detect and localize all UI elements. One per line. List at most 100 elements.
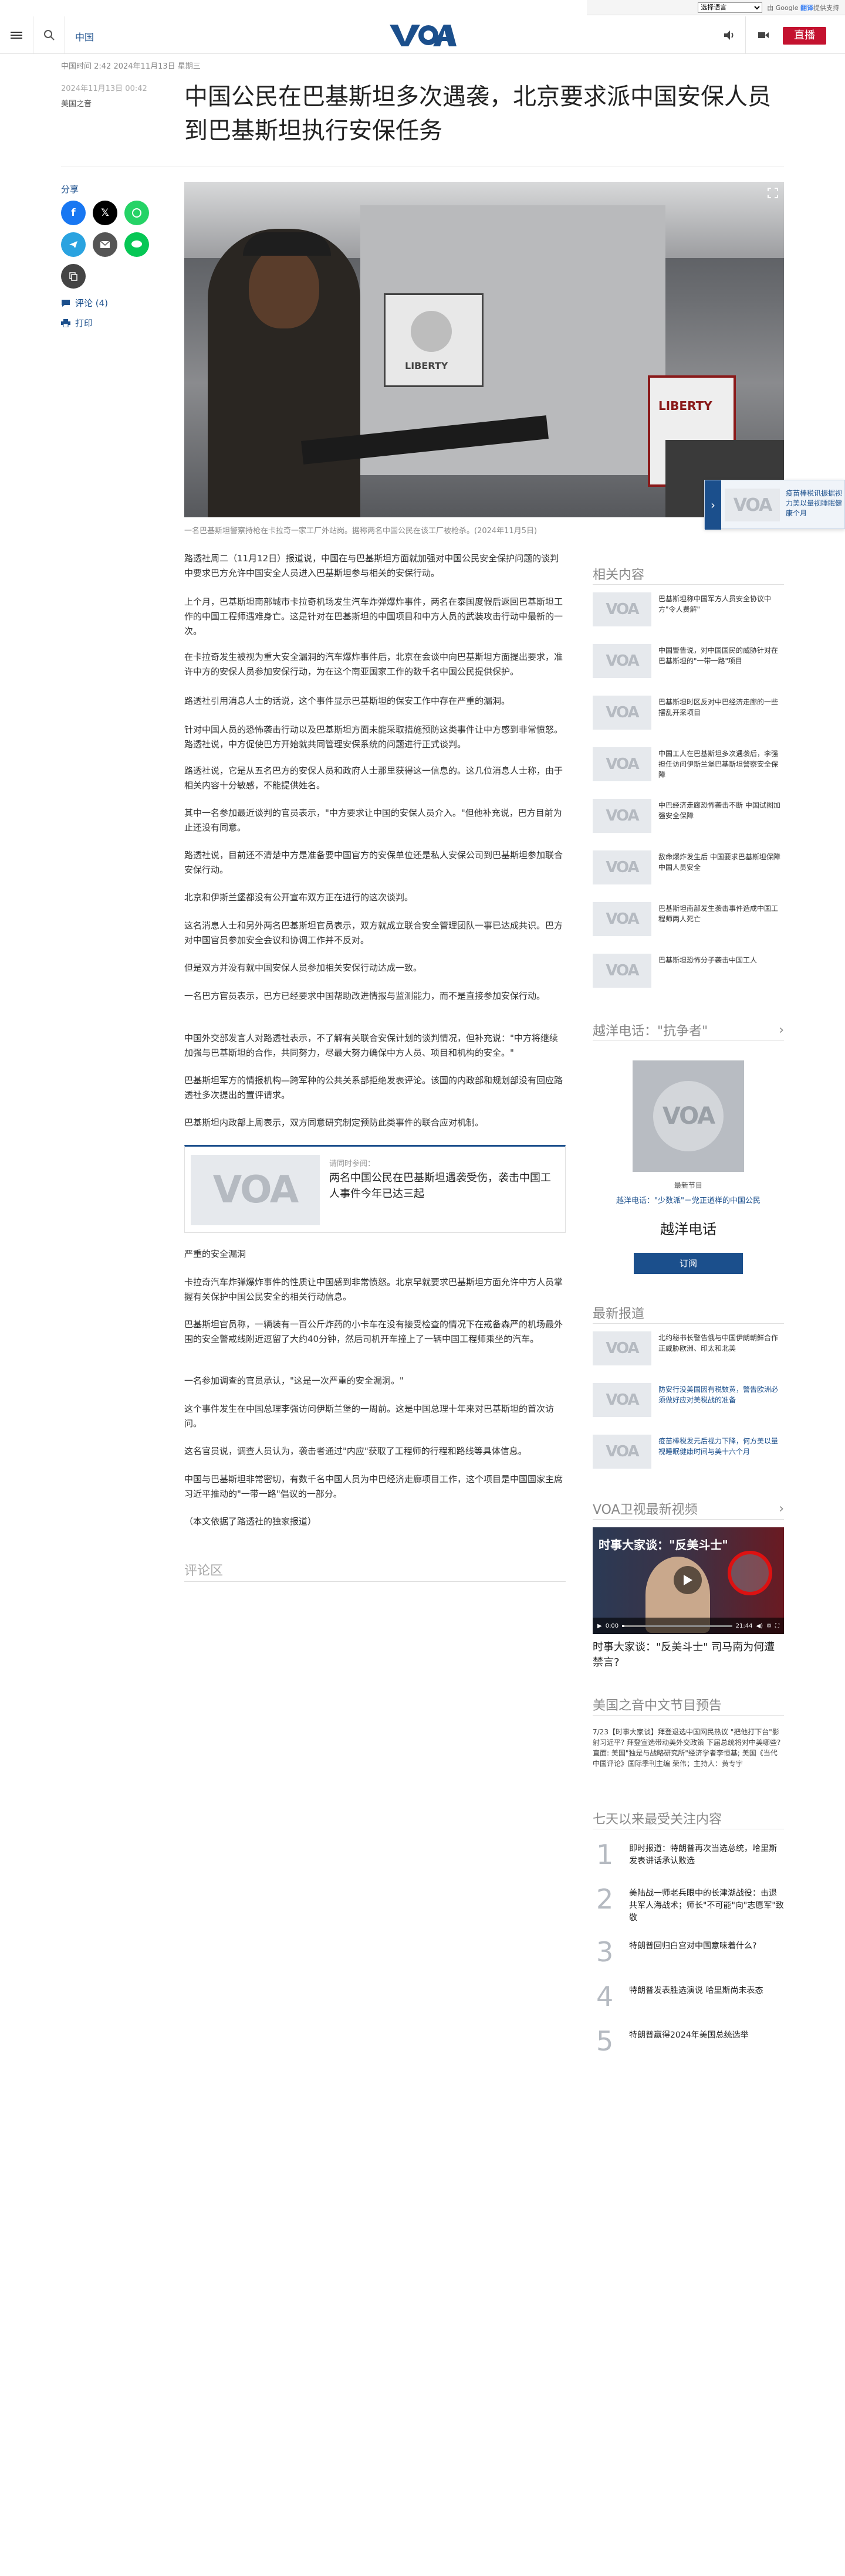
popular-heading: 七天以来最受关注内容 <box>593 1812 722 1827</box>
list-item[interactable]: VOA 中国工人在巴基斯坦多次遇袭后，李强担任访问伊斯兰堡巴基斯坦警察安全保障 <box>593 747 784 787</box>
paragraph: 其中一名参加最近谈判的官员表示，"中方要求让中国的安保人员介入。"但他补充说，巴… <box>184 808 562 833</box>
copy-link-icon[interactable] <box>61 264 86 289</box>
paragraph: 这名官员说，调查人员认为，袭击者通过"内应"获取了工程师的行程和路线等具体信息。 <box>184 1446 527 1456</box>
language-select[interactable]: 选择语言 <box>698 2 763 13</box>
voa-logo[interactable] <box>388 23 457 48</box>
comment-icon <box>62 299 70 307</box>
line-share-icon[interactable] <box>124 232 149 257</box>
hotline-episode[interactable]: 越洋电话："少数派"－党正道样的中国公民 <box>593 1194 784 1205</box>
popular-item[interactable]: 4 特朗普发表胜选演说 哈里斯尚未表态 <box>593 1980 784 2015</box>
comments-link[interactable]: 评论 (4) <box>61 297 108 309</box>
image-caption: 一名巴基斯坦警察持枪在卡拉奇一家工厂外站岗。据称两名中国公民在该工厂被枪杀。(2… <box>184 527 538 535</box>
popular-item[interactable]: 2 美陆战一师老兵眼中的长津湖战役：击退共军人海战术；师长"不可能"向"志愿军"致… <box>593 1883 784 1923</box>
voa-thumbnail: VOA <box>593 592 651 626</box>
paragraph: 一名参加调查的官员承认，"这是一次严重的安全漏洞。" <box>184 1375 404 1386</box>
chevron-right-icon: › <box>779 1501 784 1516</box>
video-controls: ▶ 0:00 21:44 ◀) ⚙ ⛶ <box>593 1618 784 1634</box>
voa-thumbnail: VOA <box>593 747 651 781</box>
popular-item[interactable]: 3 特朗普回归白宫对中国意味着什么? <box>593 1936 784 1971</box>
tv-heading[interactable]: VOA卫视最新视频 › <box>593 1499 784 1518</box>
sign-text: LIBERTY <box>405 360 448 371</box>
list-item[interactable]: VOA 巴基斯坦南部发生袭击事件造成中国工程师两人死亡 <box>593 902 784 942</box>
voa-thumbnail: VOA <box>593 1383 651 1417</box>
voa-thumbnail: VOA <box>191 1155 320 1225</box>
x-share-icon[interactable]: 𝕏 <box>93 201 117 225</box>
article-title: 中国公民在巴基斯坦多次遇袭，北京要求派中国安保人员到巴基斯坦执行安保任务 <box>184 83 771 144</box>
menu-icon[interactable] <box>9 28 23 42</box>
subscribe-button[interactable]: 订阅 <box>634 1253 743 1274</box>
list-item[interactable]: VOA 巴基斯坦恐怖分子袭击中国工人 <box>593 954 784 994</box>
live-button[interactable]: 直播 <box>783 27 826 45</box>
expand-icon[interactable] <box>768 188 778 198</box>
print-icon <box>61 318 70 327</box>
email-share-icon[interactable] <box>93 232 117 257</box>
paragraph: 但是双方并没有就中国安保人员参加相关安保行动达成一致。 <box>184 962 422 973</box>
arrow-right-icon[interactable]: › <box>705 480 721 530</box>
print-link[interactable]: 打印 <box>61 317 93 329</box>
voa-thumbnail: VOA <box>725 489 780 521</box>
list-item[interactable]: VOA 中国警告说，对中国国民的威胁针对在巴基斯坦的"一带一路"项目 <box>593 644 784 684</box>
telegram-share-icon[interactable] <box>61 232 86 257</box>
play-small-icon[interactable]: ▶ <box>597 1623 602 1629</box>
volume-icon[interactable]: ◀) <box>756 1623 763 1629</box>
list-item[interactable]: VOA 防安行没美国因有税数黄，警告欧洲必须做好应对美税战的准备 <box>593 1383 784 1423</box>
paragraph: 中国外交部发言人对路透社表示，不了解有关联合安保计划的谈判情况，但补充说："中方… <box>184 1033 558 1058</box>
hotline-cover[interactable]: VOA <box>633 1060 744 1172</box>
voa-thumbnail: VOA <box>593 799 651 833</box>
paragraph: 巴基斯坦军方的情报机构—跨军种的公共关系部拒绝发表评论。该国的内政部和规划部没有… <box>184 1075 563 1100</box>
list-item[interactable]: VOA 中巴经济走廊恐怖袭击不断 中国试图加强安全保障 <box>593 799 784 839</box>
google-translate-bar: 选择语言 由 Google 翻译提供支持 <box>587 0 845 15</box>
hotline-heading[interactable]: 越洋电话："抗争者" › <box>593 1021 784 1039</box>
voa-thumbnail: VOA <box>593 954 651 988</box>
floating-related-card[interactable]: › VOA 疫苗棒税讯振据视力美以量视睡眠健康个月 <box>704 480 845 530</box>
whatsapp-share-icon[interactable] <box>124 201 149 225</box>
paragraph: 一名巴方官员表示，巴方已经要求中国帮助改进情报与监测能力，而不是直接参加安保行动… <box>184 991 546 1001</box>
paragraph: 在卡拉奇发生被视为重大安全漏洞的汽车爆炸事件后，北京在会谈中向巴基斯坦方面提出要… <box>184 652 563 677</box>
paragraph: 路透社说，目前还不清楚中方是准备要中国官方的安保单位还是私人安保公司到巴基斯坦参… <box>184 850 563 875</box>
translate-powered: 由 Google 翻译提供支持 <box>767 4 839 12</box>
facebook-share-icon[interactable]: f <box>61 201 86 225</box>
meta-line: 中国时间 2:42 2024年11月13日 星期三 <box>61 62 201 71</box>
paragraph: 巴基斯坦内政部上周表示，双方同意研究制定预防此类事件的联合应对机制。 <box>184 1117 484 1128</box>
popular-item[interactable]: 5 特朗普赢得2024年美国总统选举 <box>593 2025 784 2060</box>
voa-thumbnail: VOA <box>593 1435 651 1469</box>
fullscreen-icon[interactable]: ⛶ <box>775 1623 779 1629</box>
settings-icon[interactable]: ⚙ <box>766 1623 772 1629</box>
voa-thumbnail: VOA <box>593 850 651 884</box>
list-item[interactable]: VOA 疫苗棒税发元后视力下降，何方美以量视睡眠健康时间与美十六个月 <box>593 1435 784 1475</box>
seek-bar[interactable] <box>622 1625 732 1627</box>
video-player[interactable]: 时事大家谈："反美斗士" ▶ 0:00 21:44 ◀) ⚙ ⛶ <box>593 1527 784 1634</box>
voa-thumbnail: VOA <box>593 902 651 936</box>
paragraph: （本文依据了路透社的独家报道） <box>184 1516 317 1527</box>
play-icon[interactable] <box>674 1566 702 1594</box>
related-heading: 相关内容 <box>593 568 645 582</box>
site-header: 中国 直播 <box>0 16 845 54</box>
inline-related-card[interactable]: VOA 请同时参阅： 两名中国公民在巴基斯坦遇袭受伤，袭击中国工人事件今年已达三… <box>184 1145 566 1233</box>
video-banner: 时事大家谈："反美斗士" <box>599 1538 728 1552</box>
subheading: 严重的安全漏洞 <box>184 1249 246 1259</box>
video-icon[interactable] <box>757 29 770 41</box>
floating-related-text: 疫苗棒税讯振据视力美以量视睡眠健康个月 <box>786 489 842 517</box>
related-title[interactable]: 两名中国公民在巴基斯坦遇袭受伤，袭击中国工人事件今年已达三起 <box>329 1170 558 1202</box>
hotline-name: 越洋电话 <box>660 1221 716 1238</box>
list-item[interactable]: VOA 巴基斯坦称中国军方人员安全协议中方"令人费解" <box>593 592 784 632</box>
program-text: 7/23【时事大家谈】拜登退选中国网民热议 "把他打下台"影射习近平? 拜登宣选… <box>593 1728 781 1768</box>
paragraph: 路透社引用消息人士的话说，这个事件显示巴基斯坦的保安工作中存在严重的漏洞。 <box>184 696 511 706</box>
paragraph: 巴基斯坦官员称，一辆装有一百公斤炸药的小卡车在没有接受检查的情况下在戒备森严的机… <box>184 1319 563 1344</box>
chevron-right-icon: › <box>779 1022 784 1038</box>
audio-icon[interactable] <box>723 29 736 41</box>
video-title[interactable]: 时事大家谈："反美斗士" 司马南为何遭禁言? <box>593 1640 784 1670</box>
list-item[interactable]: VOA 北约秘书长警告俄与中国伊朗朝鲜合作正威胁欧洲、印太和北美 <box>593 1331 784 1371</box>
search-icon[interactable] <box>43 29 55 41</box>
paragraph: 这名消息人士和另外两名巴基斯坦官员表示，双方就成立联合安全管理团队一事已达成共识… <box>184 920 563 945</box>
popular-item[interactable]: 1 即时报道：特朗普再次当选总统，哈里斯发表讲话承认败选 <box>593 1838 784 1873</box>
voa-thumbnail: VOA <box>593 1331 651 1365</box>
related-kicker: 请同时参阅： <box>329 1160 376 1168</box>
language-link[interactable]: 中国 <box>75 29 94 43</box>
list-item[interactable]: VOA 敌命爆炸发生后 中国要求巴基斯坦保障中国人员安全 <box>593 850 784 890</box>
share-label: 分享 <box>61 184 79 195</box>
paragraph: 北京和伊斯兰堡都没有公开宣布双方正在进行的这次谈判。 <box>184 892 414 903</box>
hero-image: LIBERTY LIBERTY <box>184 182 784 517</box>
list-item[interactable]: VOA 巴基斯坦时区反对中巴经济走廊的一些摆乱开采项目 <box>593 696 784 735</box>
program-heading: 美国之音中文节目预告 <box>593 1699 722 1713</box>
